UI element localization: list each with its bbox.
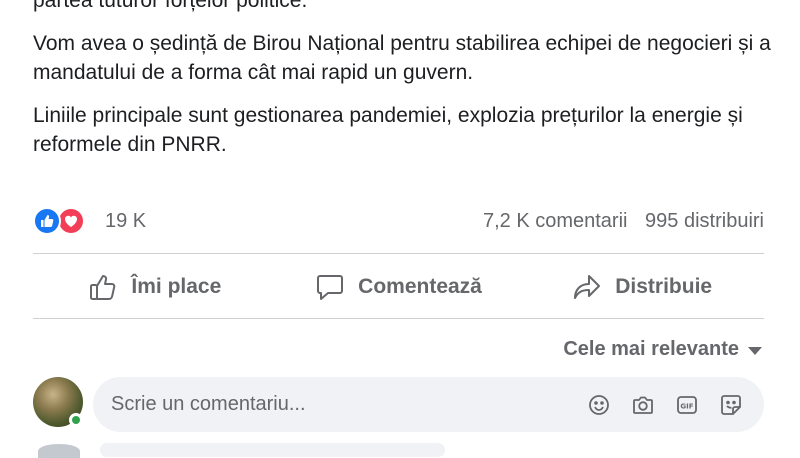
comment-button[interactable]: Comentează xyxy=(277,262,521,312)
speech-bubble-icon xyxy=(317,275,344,300)
reaction-icons xyxy=(33,206,93,236)
divider xyxy=(33,318,764,319)
divider xyxy=(33,253,764,254)
comment-sort-label: Cele mai relevante xyxy=(563,337,739,360)
engagement-counts: 7,2 K comentarii 995 distribuiri xyxy=(483,210,764,233)
thumbs-up-icon xyxy=(90,275,116,300)
post-paragraph: Liniile principale sunt gestionarea pand… xyxy=(33,104,743,156)
comments-count[interactable]: 7,2 K comentarii xyxy=(483,210,628,232)
share-button[interactable]: Distribuie xyxy=(520,262,764,312)
avatar[interactable] xyxy=(38,444,80,458)
share-arrow-icon xyxy=(574,275,601,299)
camera-icon[interactable] xyxy=(628,390,658,420)
comment-bubble xyxy=(100,443,445,457)
post-stats-bar: 19 K 7,2 K comentarii 995 distribuiri xyxy=(33,206,764,236)
comment-sort-dropdown[interactable]: Cele mai relevante xyxy=(563,335,762,363)
shares-count[interactable]: 995 distribuiri xyxy=(645,210,764,232)
avatar[interactable] xyxy=(33,377,83,427)
comment-button-label: Comentează xyxy=(358,275,482,298)
online-status-icon xyxy=(69,413,83,427)
post-body: partea tuturor forțelor politice. Vom av… xyxy=(33,0,773,173)
post-actions: Îmi place Comentează Distribuie xyxy=(33,262,764,312)
like-button[interactable]: Îmi place xyxy=(33,262,277,312)
svg-text:GIF: GIF xyxy=(680,402,693,410)
like-button-label: Îmi place xyxy=(131,275,222,298)
share-button-label: Distribuie xyxy=(615,275,713,298)
composer-tools: GIF xyxy=(570,390,746,420)
sticker-icon[interactable] xyxy=(716,390,746,420)
smiley-icon[interactable] xyxy=(584,390,614,420)
post-paragraph-text: partea tuturor forțelor politice. xyxy=(33,0,308,12)
caret-down-icon xyxy=(748,346,762,355)
reactions-summary[interactable]: 19 K xyxy=(33,206,146,236)
like-reaction-icon xyxy=(33,207,61,235)
reactions-count[interactable]: 19 K xyxy=(105,210,146,233)
post-paragraph: Vom avea o ședință de Birou Național pen… xyxy=(33,32,771,84)
comment-input[interactable]: Scrie un comentariu... xyxy=(111,393,570,416)
post-paragraph: partea tuturor forțelor politice. xyxy=(33,0,773,15)
gif-icon[interactable]: GIF xyxy=(672,390,702,420)
comment-composer[interactable]: Scrie un comentariu... GIF xyxy=(93,377,764,432)
love-reaction-icon xyxy=(57,207,85,235)
